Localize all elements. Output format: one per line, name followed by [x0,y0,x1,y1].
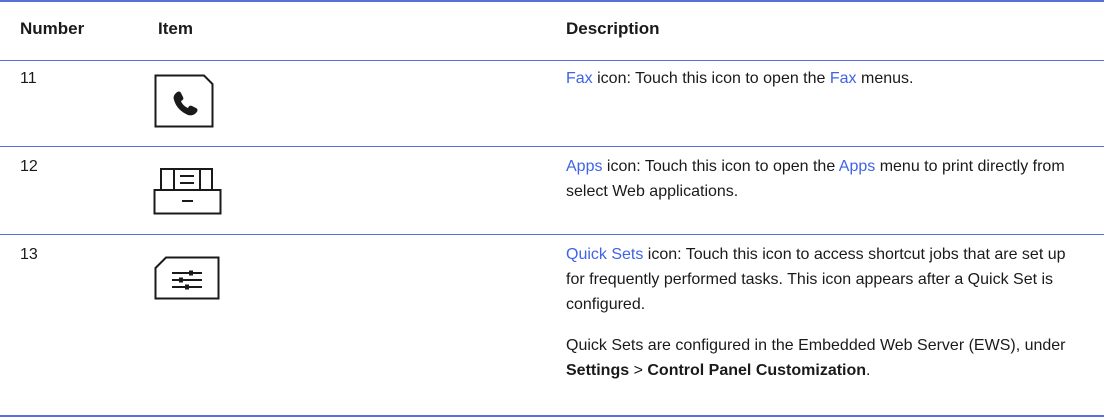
apps-link[interactable]: Apps [566,158,602,175]
row-13-p2-end: . [866,362,871,379]
header-divider [0,60,1104,61]
row-11-text-b: menus. [856,70,914,87]
row-11-description: Fax icon: Touch this icon to open the Fa… [566,66,1086,91]
row-divider-11 [0,146,1104,147]
header-number: Number [20,19,85,38]
quick-sets-icon [154,256,220,300]
phone-icon [154,74,214,128]
quick-sets-link[interactable]: Quick Sets [566,246,643,263]
table-bottom-rule [0,415,1104,417]
row-13-paragraph-2: Quick Sets are configured in the Embedde… [566,333,1086,383]
row-11-number: 11 [20,70,37,87]
row-12-description: Apps icon: Touch this icon to open the A… [566,154,1086,204]
control-panel-customization-label: Control Panel Customization [647,362,867,379]
row-12-text-a: icon: Touch this icon to open the [602,158,839,175]
row-13-p2-sep: > [629,362,648,379]
header-description: Description [566,19,660,38]
row-divider-12 [0,234,1104,235]
fax-menus-link[interactable]: Fax [830,70,857,87]
row-13-description: Quick Sets icon: Touch this icon to acce… [566,242,1086,383]
header-item: Item [158,19,193,38]
table-top-rule [0,0,1104,2]
row-13-number: 13 [20,246,38,263]
apps-menu-link[interactable]: Apps [839,158,875,175]
row-11-text-a: icon: Touch this icon to open the [592,70,830,87]
fax-link[interactable]: Fax [566,70,593,87]
row-13-paragraph-1: Quick Sets icon: Touch this icon to acce… [566,242,1086,317]
row-13-p2-text: Quick Sets are configured in the Embedde… [566,337,1066,354]
apps-tray-icon [153,168,222,215]
row-12-number: 12 [20,158,38,175]
settings-label: Settings [566,362,630,379]
